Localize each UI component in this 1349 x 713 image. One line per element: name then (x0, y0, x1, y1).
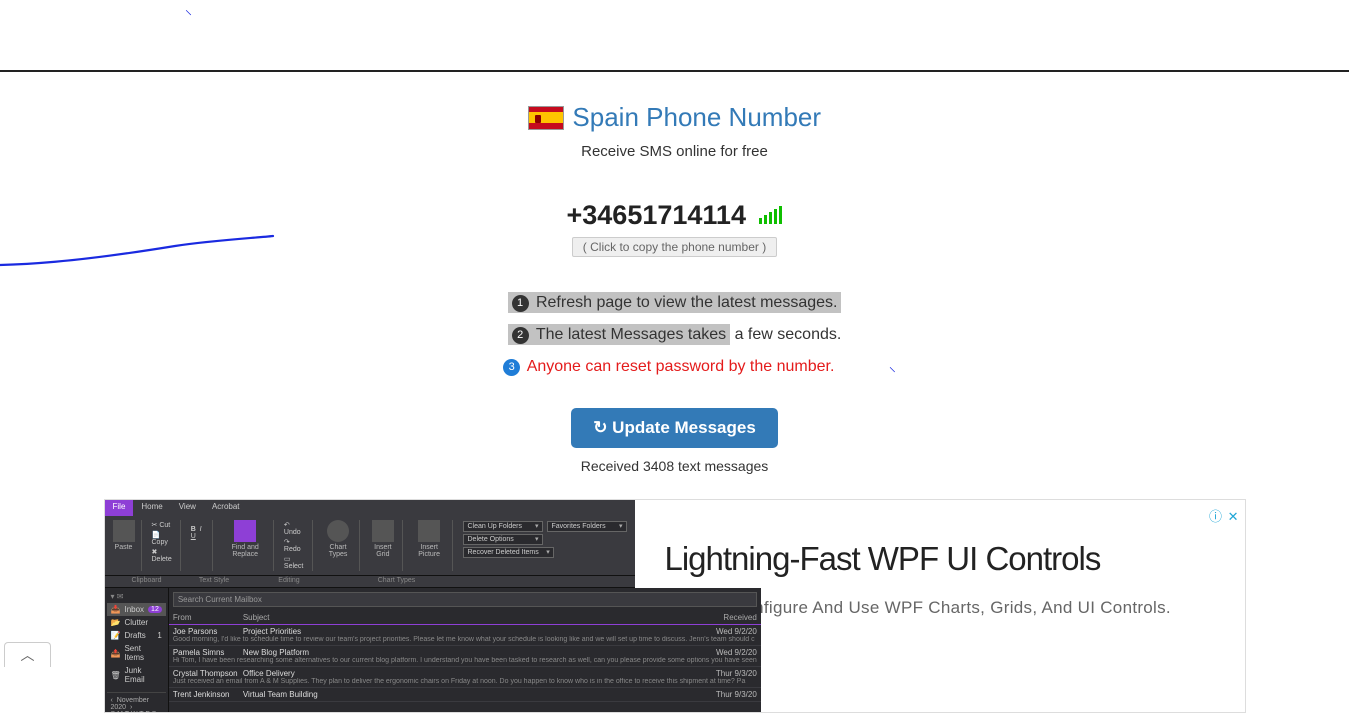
copy-hint[interactable]: ( Click to copy the phone number ) (105, 237, 1245, 257)
ad-sidebar: ▾ ✉ 📥 Inbox12 📂 Clutter 📝 Drafts 1 📤 Sen… (105, 588, 169, 713)
page-title: Spain Phone Number (572, 102, 821, 133)
ad-container[interactable]: File Home View Acrobat Paste ✂ Cut 📄 Cop… (104, 499, 1246, 713)
badge-2: 2 (512, 327, 529, 344)
annotation-tick-2: ⸌ (889, 364, 896, 380)
ad-message-list: Search Current Mailbox From Subject Rece… (169, 588, 761, 713)
ad-headline[interactable]: Lightning-Fast WPF UI Controls (665, 540, 1215, 578)
main-content: Spain Phone Number Receive SMS online fo… (105, 72, 1245, 474)
badge-1: 1 (512, 295, 529, 312)
received-count: Received 3408 text messages (105, 458, 1245, 474)
signal-icon (759, 206, 782, 224)
page-subtitle: Receive SMS online for free (105, 143, 1245, 160)
step-2: 2 The latest Messages takes a few second… (105, 319, 1245, 351)
step-3: 3 Anyone can reset password by the numbe… (105, 351, 1245, 383)
phone-number[interactable]: +34651714114 (567, 200, 746, 230)
ad-ribbon: Paste ✂ Cut 📄 Copy ✖ Delete B I U Find a… (105, 516, 635, 576)
ad-badges[interactable]: ⓘ ✕ (1209, 506, 1239, 525)
badge-3: 3 (503, 359, 520, 376)
chevron-up-icon: ︿ (21, 645, 35, 665)
ad-image: File Home View Acrobat Paste ✂ Cut 📄 Cop… (105, 500, 635, 712)
ad-close-icon[interactable]: ✕ (1228, 509, 1239, 524)
spain-flag-icon (528, 106, 564, 130)
ad-ribbon-tabs: File Home View Acrobat (105, 500, 635, 516)
ad-info-icon[interactable]: ⓘ (1209, 509, 1222, 524)
annotation-tick: ⸌ (185, 6, 192, 25)
update-messages-button[interactable]: ↻ Update Messages (571, 408, 778, 448)
instruction-steps: 1 Refresh page to view the latest messag… (105, 287, 1245, 383)
step-1: 1 Refresh page to view the latest messag… (105, 287, 1245, 319)
title-row: Spain Phone Number (105, 102, 1245, 133)
phone-number-row[interactable]: +34651714114 (105, 200, 1245, 231)
expand-chevron-tab[interactable]: ︿ (4, 642, 51, 667)
